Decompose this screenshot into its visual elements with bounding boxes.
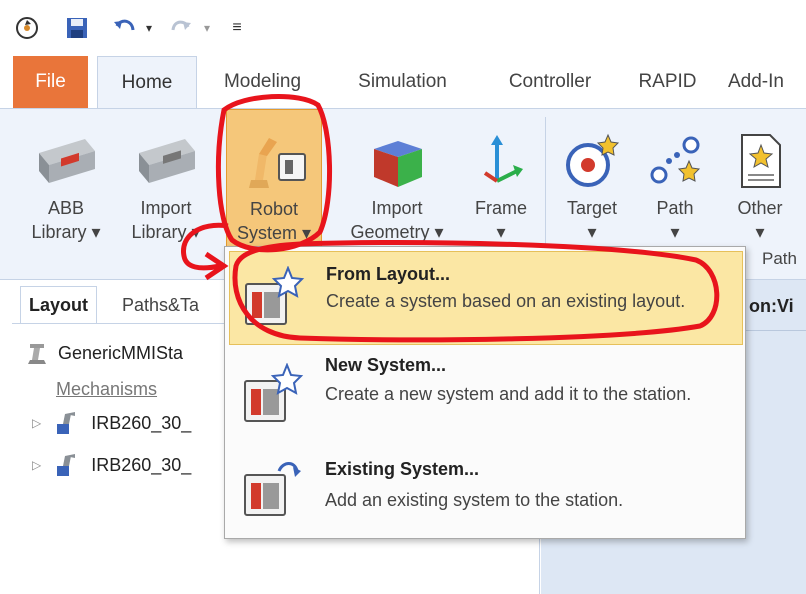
expand-arrow-icon[interactable]: ▷ (32, 458, 41, 472)
tab-paths-targets[interactable]: Paths&Ta (114, 286, 207, 324)
other-label: Other ▾ (737, 198, 783, 242)
target-button[interactable]: Target ▾ (555, 109, 629, 249)
tab-file[interactable]: File (13, 56, 88, 108)
import-library-button[interactable]: Import Library ▾ (124, 109, 208, 249)
mechanisms-group[interactable]: Mechanisms (56, 372, 157, 406)
menu-item-existing-system[interactable]: Existing System... Add an existing syste… (229, 451, 743, 535)
ribbon-group-separator (545, 117, 546, 267)
frame-label: Frame ▾ (474, 198, 527, 242)
group-label-path: Path (762, 249, 797, 268)
refresh-icon[interactable] (12, 14, 42, 42)
mechanisms-label: Mechanisms (56, 378, 158, 399)
quick-access-toolbar: ▾ ▾ ≡ (0, 0, 806, 56)
station-icon (24, 340, 50, 366)
tab-layout[interactable]: Layout (20, 286, 98, 324)
robot-system-label: Robot System ▾ (236, 199, 312, 243)
redo-icon[interactable] (168, 14, 194, 42)
system-refresh-icon (239, 457, 305, 519)
save-icon[interactable] (62, 14, 92, 42)
library-icon (31, 131, 101, 191)
robot-name: IRB260_30_ (91, 454, 192, 475)
menu-item-description: Create a system based on an existing lay… (326, 291, 686, 311)
view-title: on:Vi (749, 296, 794, 316)
dropdown-arrow-icon[interactable]: ▾ (142, 14, 156, 42)
frame-button[interactable]: Frame ▾ (464, 109, 538, 249)
robot-icon (55, 452, 79, 478)
frame-axes-icon (466, 131, 536, 191)
dropdown-arrow-icon[interactable]: ▾ (200, 14, 214, 42)
expand-arrow-icon[interactable]: ▷ (32, 416, 41, 430)
tree-row-robot-1[interactable]: ▷ IRB260_30_ (32, 406, 191, 440)
tab-rapid[interactable]: RAPID (625, 56, 710, 108)
other-button[interactable]: Other ▾ (722, 109, 798, 249)
robot-icon (55, 410, 79, 436)
target-icon (557, 131, 627, 191)
tab-simulation[interactable]: Simulation (335, 56, 470, 108)
path-icon (640, 131, 710, 191)
robot-system-menu: From Layout... Create a system based on … (224, 246, 746, 539)
tab-home[interactable]: Home (97, 56, 197, 108)
tab-add-in[interactable]: Add-In (720, 56, 806, 108)
geometry-cube-icon (362, 131, 432, 191)
robot-system-icon (239, 132, 309, 192)
menu-item-from-layout[interactable]: From Layout... Create a system based on … (229, 251, 743, 345)
undo-icon[interactable] (110, 14, 140, 42)
menu-item-new-system[interactable]: New System... Create a new system and ad… (229, 347, 743, 443)
path-button[interactable]: Path ▾ (640, 109, 710, 249)
document-star-icon (725, 131, 795, 191)
abb-library-button[interactable]: ABB Library ▾ (20, 109, 112, 249)
menu-item-description: Create a new system and add it to the st… (325, 384, 692, 404)
import-library-label: Import Library ▾ (131, 198, 201, 242)
menu-item-title: New System... (325, 355, 447, 375)
import-geometry-label: Import Geometry ▾ (350, 198, 444, 242)
ribbon-tab-strip: File Home Modeling Simulation Controller… (0, 56, 806, 108)
tree-row-robot-2[interactable]: ▷ IRB260_30_ (32, 448, 191, 482)
tab-controller[interactable]: Controller (485, 56, 615, 108)
customize-toolbar-icon[interactable]: ≡ (226, 14, 248, 42)
station-name: GenericMMISta (58, 342, 184, 363)
menu-item-title: Existing System... (325, 459, 480, 479)
abb-library-label: ABB Library ▾ (31, 198, 101, 242)
robot-system-button[interactable]: Robot System ▾ (226, 109, 322, 249)
path-label: Path ▾ (656, 198, 694, 242)
tab-modeling[interactable]: Modeling (205, 56, 320, 108)
menu-item-title: From Layout... (326, 264, 451, 284)
system-star-icon (240, 265, 306, 328)
robot-name: IRB260_30_ (91, 412, 192, 433)
station-node[interactable]: GenericMMISta (24, 336, 183, 370)
import-library-icon (131, 131, 201, 191)
target-label: Target ▾ (566, 198, 618, 242)
menu-item-description: Add an existing system to the station. (325, 490, 624, 510)
import-geometry-button[interactable]: Import Geometry ▾ (338, 109, 456, 249)
system-star-icon (239, 362, 305, 425)
